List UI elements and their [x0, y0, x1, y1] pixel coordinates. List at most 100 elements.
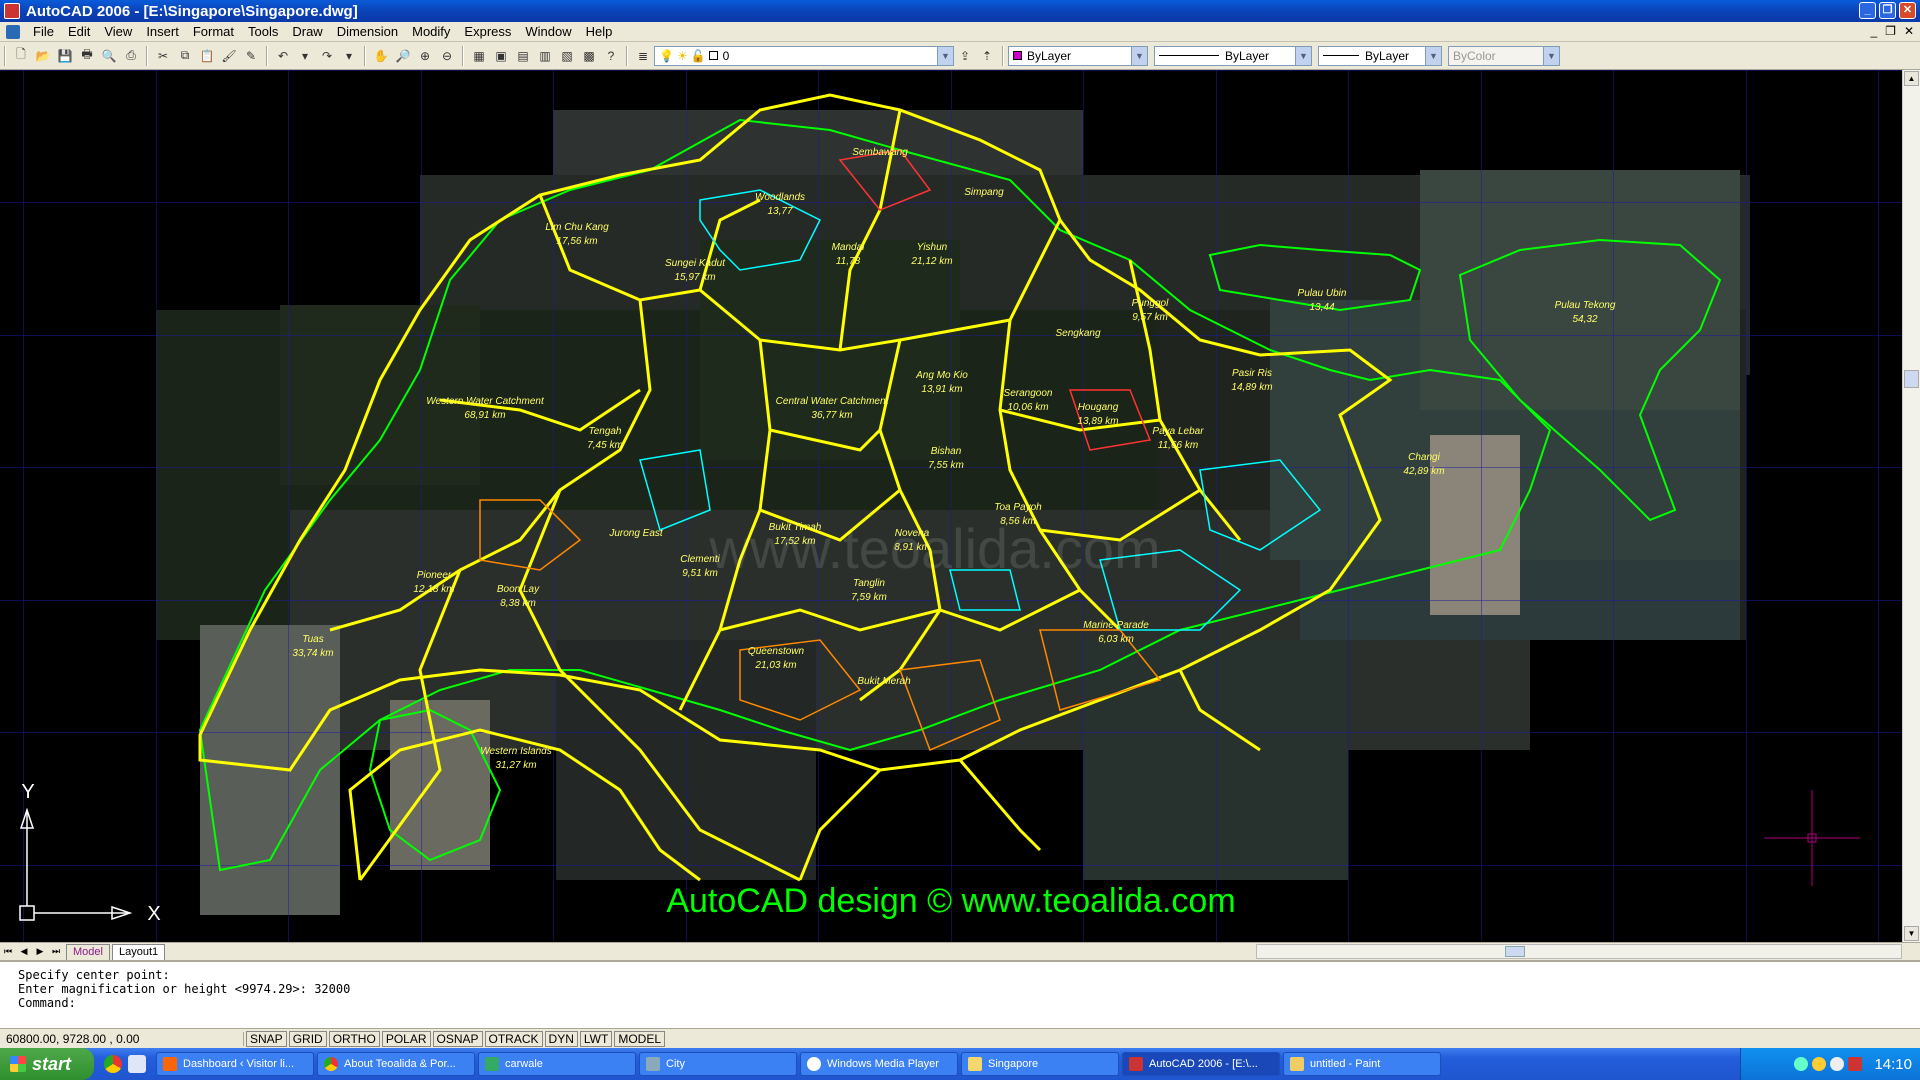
block-editor-icon[interactable]: ✎ [241, 46, 261, 66]
snap-toggle[interactable]: SNAP [246, 1030, 287, 1047]
scroll-thumb[interactable] [1904, 370, 1919, 388]
tray-app-icon[interactable] [1848, 1057, 1863, 1071]
menu-format[interactable]: Format [186, 24, 241, 39]
lwt-toggle[interactable]: LWT [579, 1030, 613, 1047]
tool-palettes-icon[interactable]: ▤ [513, 46, 533, 66]
clock[interactable]: 14:10 [1874, 1056, 1912, 1073]
design-center-icon[interactable]: ▣ [491, 46, 511, 66]
toolbar-grip[interactable] [626, 45, 628, 66]
taskbar-item-active[interactable]: AutoCAD 2006 - [E:\... [1122, 1052, 1280, 1076]
make-object-layer-current-icon[interactable]: ⇪ [955, 46, 975, 66]
drawing-canvas[interactable]: Lim Chu Kang 17,56 km Sembawang Woodland… [0, 70, 1902, 942]
model-toggle[interactable]: MODEL [614, 1030, 666, 1047]
chrome-icon[interactable] [104, 1055, 122, 1073]
taskbar-item[interactable]: Windows Media Player [800, 1052, 958, 1076]
color-dropdown[interactable]: ByLayer ▼ [1008, 45, 1148, 66]
menu-file[interactable]: File [26, 24, 61, 39]
markup-icon[interactable]: ▧ [557, 46, 577, 66]
coordinate-readout[interactable]: 60800.00, 9728.00 , 0.00 [0, 1031, 244, 1046]
menu-insert[interactable]: Insert [139, 24, 186, 39]
polar-toggle[interactable]: POLAR [381, 1030, 431, 1047]
undo-icon[interactable]: ↶ [273, 46, 293, 66]
new-icon[interactable]: 🗋 [11, 46, 31, 66]
osnap-toggle[interactable]: OSNAP [432, 1030, 483, 1047]
tab-model[interactable]: Model [66, 943, 110, 960]
tray-volume-icon[interactable] [1830, 1057, 1845, 1071]
start-button[interactable]: start [0, 1048, 94, 1080]
dyn-toggle[interactable]: DYN [544, 1030, 578, 1047]
cut-icon[interactable]: ✂ [153, 46, 173, 66]
menu-draw[interactable]: Draw [285, 24, 329, 39]
menu-window[interactable]: Window [518, 24, 578, 39]
taskbar-item[interactable]: Singapore [961, 1052, 1119, 1076]
scroll-up-button[interactable]: ▲ [1904, 71, 1919, 86]
publish-icon[interactable]: ⎙ [121, 46, 141, 66]
taskbar-item[interactable]: Dashboard ‹ Visitor li... [156, 1052, 314, 1076]
ortho-toggle[interactable]: ORTHO [328, 1030, 380, 1047]
document-icon[interactable] [6, 24, 20, 39]
command-window[interactable]: Specify center point: Enter magnificatio… [0, 960, 1920, 1028]
toolbar-grip[interactable] [4, 45, 6, 66]
plot-preview-icon[interactable]: 🔍 [99, 46, 119, 66]
command-prompt[interactable]: Command: [18, 996, 1920, 1010]
taskbar-item[interactable]: City [639, 1052, 797, 1076]
taskbar-item[interactable]: untitled - Paint [1283, 1052, 1441, 1076]
zoom-previous-icon[interactable]: ⊖ [437, 46, 457, 66]
menu-help[interactable]: Help [579, 24, 620, 39]
maximize-button[interactable]: ❐ [1879, 2, 1896, 19]
taskbar-item[interactable]: About Teoalida & Por... [317, 1052, 475, 1076]
otrack-toggle[interactable]: OTRACK [484, 1030, 543, 1047]
menu-edit[interactable]: Edit [61, 24, 97, 39]
calculator-icon[interactable]: ▩ [579, 46, 599, 66]
paste-icon[interactable]: 📋 [197, 46, 217, 66]
doc-minimize-button[interactable]: _ [1870, 24, 1877, 38]
tab-first-button[interactable]: ⏮ [0, 946, 16, 957]
minimize-button[interactable]: _ [1859, 2, 1876, 19]
toolbar-grip[interactable] [1002, 45, 1004, 66]
doc-restore-button[interactable]: ❐ [1885, 24, 1896, 38]
lineweight-dropdown[interactable]: ByLayer ▼ [1318, 45, 1442, 66]
tab-prev-button[interactable]: ◀ [16, 946, 32, 957]
redo-dropdown-icon[interactable]: ▾ [339, 46, 359, 66]
zoom-realtime-icon[interactable]: 🔎 [393, 46, 413, 66]
taskbar-item[interactable]: carwale [478, 1052, 636, 1076]
tab-layout1[interactable]: Layout1 [111, 943, 166, 960]
plot-icon[interactable]: 🖶 [77, 46, 97, 66]
help-icon[interactable]: ? [601, 46, 621, 66]
menu-tools[interactable]: Tools [241, 24, 285, 39]
sheet-set-icon[interactable]: ▥ [535, 46, 555, 66]
tab-last-button[interactable]: ⏭ [48, 946, 64, 957]
close-button[interactable]: ✕ [1899, 2, 1916, 19]
menu-dimension[interactable]: Dimension [330, 24, 405, 39]
redo-icon[interactable]: ↷ [317, 46, 337, 66]
tray-network-icon[interactable] [1794, 1057, 1809, 1071]
autocad-app-icon[interactable] [4, 3, 20, 19]
scroll-down-button[interactable]: ▼ [1904, 926, 1919, 941]
chevron-down-icon[interactable]: ▼ [1295, 46, 1311, 65]
properties-icon[interactable]: ▦ [469, 46, 489, 66]
layer-dropdown[interactable]: 💡 ☀ 🔓 0 ▼ [654, 45, 954, 66]
tray-chrome-icon[interactable] [1812, 1057, 1827, 1071]
menu-modify[interactable]: Modify [405, 24, 457, 39]
layer-previous-icon[interactable]: ⇡ [977, 46, 997, 66]
linetype-dropdown[interactable]: ByLayer ▼ [1154, 45, 1312, 66]
grid-toggle[interactable]: GRID [288, 1030, 327, 1047]
chevron-down-icon[interactable]: ▼ [937, 46, 953, 65]
zoom-window-icon[interactable]: ⊕ [415, 46, 435, 66]
layer-manager-icon[interactable]: ≣ [633, 46, 653, 66]
show-desktop-icon[interactable] [128, 1055, 146, 1073]
chevron-down-icon[interactable]: ▼ [1425, 46, 1441, 65]
vertical-scrollbar[interactable]: ▲ ▼ [1902, 70, 1920, 942]
copy-icon[interactable]: ⧉ [175, 46, 195, 66]
scroll-thumb[interactable] [1505, 946, 1525, 957]
menu-view[interactable]: View [97, 24, 139, 39]
undo-dropdown-icon[interactable]: ▾ [295, 46, 315, 66]
chevron-down-icon[interactable]: ▼ [1131, 46, 1147, 65]
save-icon[interactable]: 💾 [55, 46, 75, 66]
menu-express[interactable]: Express [457, 24, 518, 39]
match-properties-icon[interactable]: 🖌 [219, 46, 239, 66]
doc-close-button[interactable]: ✕ [1904, 24, 1914, 38]
pan-icon[interactable]: ✋ [371, 46, 391, 66]
open-icon[interactable]: 📂 [33, 46, 53, 66]
horizontal-scrollbar[interactable] [1256, 944, 1902, 959]
